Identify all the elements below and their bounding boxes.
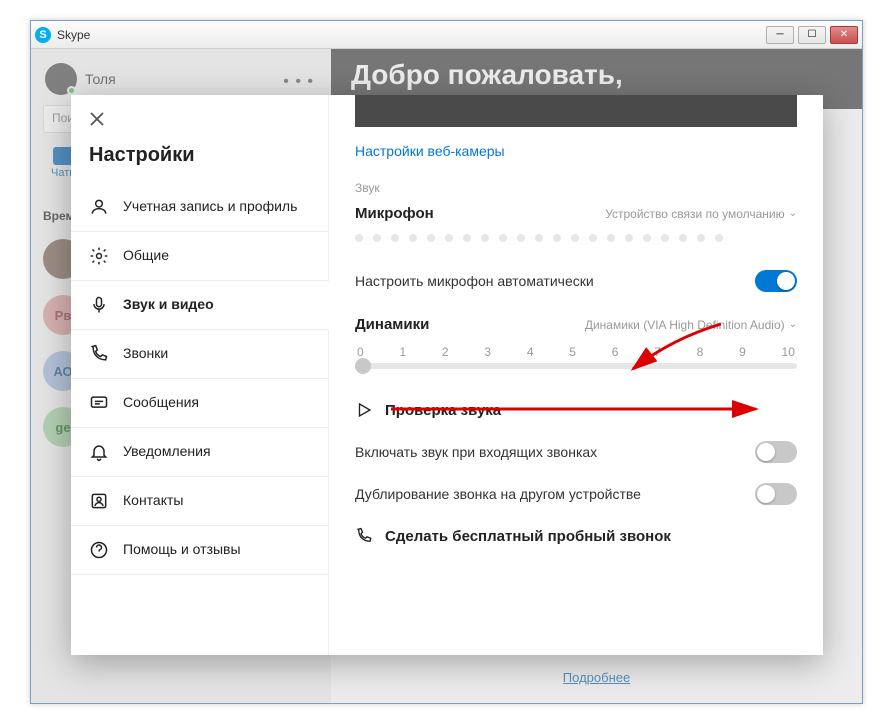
sidebar-item-help[interactable]: Помощь и отзывы (71, 526, 328, 575)
slider-track[interactable] (355, 363, 797, 369)
sidebar-item-notifications[interactable]: Уведомления (71, 428, 328, 477)
sidebar-item-label: Помощь и отзывы (123, 541, 310, 559)
settings-close-button[interactable] (71, 95, 328, 140)
sidebar-item-general[interactable]: Общие (71, 232, 328, 281)
test-sound-button[interactable]: Проверка звука (355, 389, 797, 431)
sidebar-item-label: Общие (123, 247, 310, 265)
speakers-device-select[interactable]: Динамики (VIA High Definition Audio) ⌄ (585, 318, 797, 332)
incoming-sound-toggle[interactable] (755, 441, 797, 463)
sidebar-item-account[interactable]: Учетная запись и профиль (71, 183, 328, 232)
message-icon (89, 393, 109, 413)
app-window: S Skype ─ ☐ ✕ Толя • • • Пои Чаты Время … (30, 20, 863, 704)
settings-content: Настройки веб-камеры Звук Микрофон Устро… (329, 95, 823, 655)
settings-modal: Настройки Учетная запись и профиль Общие… (71, 95, 823, 655)
app-body: Толя • • • Пои Чаты Время Рв АО ge Добро… (31, 49, 862, 703)
duplicate-ring-toggle[interactable] (755, 483, 797, 505)
camera-preview (355, 95, 797, 127)
free-test-call-button[interactable]: Сделать бесплатный пробный звонок (355, 515, 797, 557)
skype-logo-icon: S (35, 27, 51, 43)
bell-icon (89, 442, 109, 462)
auto-mic-toggle[interactable] (755, 270, 797, 292)
speaker-volume-slider[interactable]: 012345678910 (355, 345, 797, 369)
gear-icon (89, 246, 109, 266)
close-button[interactable]: ✕ (830, 26, 858, 44)
user-icon (89, 197, 109, 217)
help-icon (89, 540, 109, 560)
sidebar-item-calls[interactable]: Звонки (71, 330, 328, 379)
phone-icon (355, 527, 373, 545)
sidebar-item-label: Учетная запись и профиль (123, 198, 310, 216)
chevron-down-icon: ⌄ (789, 208, 797, 219)
microphone-icon (89, 295, 109, 315)
webcam-settings-link[interactable]: Настройки веб-камеры (355, 143, 797, 159)
sidebar-item-label: Звук и видео (123, 296, 310, 314)
incoming-sound-label: Включать звук при входящих звонках (355, 444, 597, 460)
sidebar-item-label: Уведомления (123, 443, 310, 461)
close-icon (89, 111, 105, 127)
play-icon (355, 401, 373, 419)
auto-mic-label: Настроить микрофон автоматически (355, 273, 594, 289)
phone-icon (89, 344, 109, 364)
titlebar: S Skype ─ ☐ ✕ (31, 21, 862, 49)
slider-ticks: 012345678910 (355, 345, 797, 359)
microphone-level-meter (355, 234, 797, 242)
sidebar-item-messages[interactable]: Сообщения (71, 379, 328, 428)
settings-title: Настройки (71, 140, 328, 183)
contacts-icon (89, 491, 109, 511)
maximize-button[interactable]: ☐ (798, 26, 826, 44)
speakers-title: Динамики (355, 316, 429, 333)
chevron-down-icon: ⌄ (789, 319, 797, 330)
duplicate-ring-label: Дублирование звонка на другом устройстве (355, 486, 641, 502)
microphone-device-select[interactable]: Устройство связи по умолчанию ⌄ (605, 207, 797, 221)
minimize-button[interactable]: ─ (766, 26, 794, 44)
slider-thumb[interactable] (355, 358, 371, 374)
sidebar-item-contacts[interactable]: Контакты (71, 477, 328, 526)
microphone-title: Микрофон (355, 205, 434, 222)
settings-sidebar: Настройки Учетная запись и профиль Общие… (71, 95, 329, 655)
sidebar-item-label: Контакты (123, 492, 310, 510)
window-title: Skype (57, 28, 766, 42)
sidebar-item-label: Звонки (123, 345, 310, 363)
sound-section-label: Звук (355, 181, 797, 195)
sidebar-item-label: Сообщения (123, 394, 310, 412)
sidebar-item-audio-video[interactable]: Звук и видео (71, 281, 328, 330)
